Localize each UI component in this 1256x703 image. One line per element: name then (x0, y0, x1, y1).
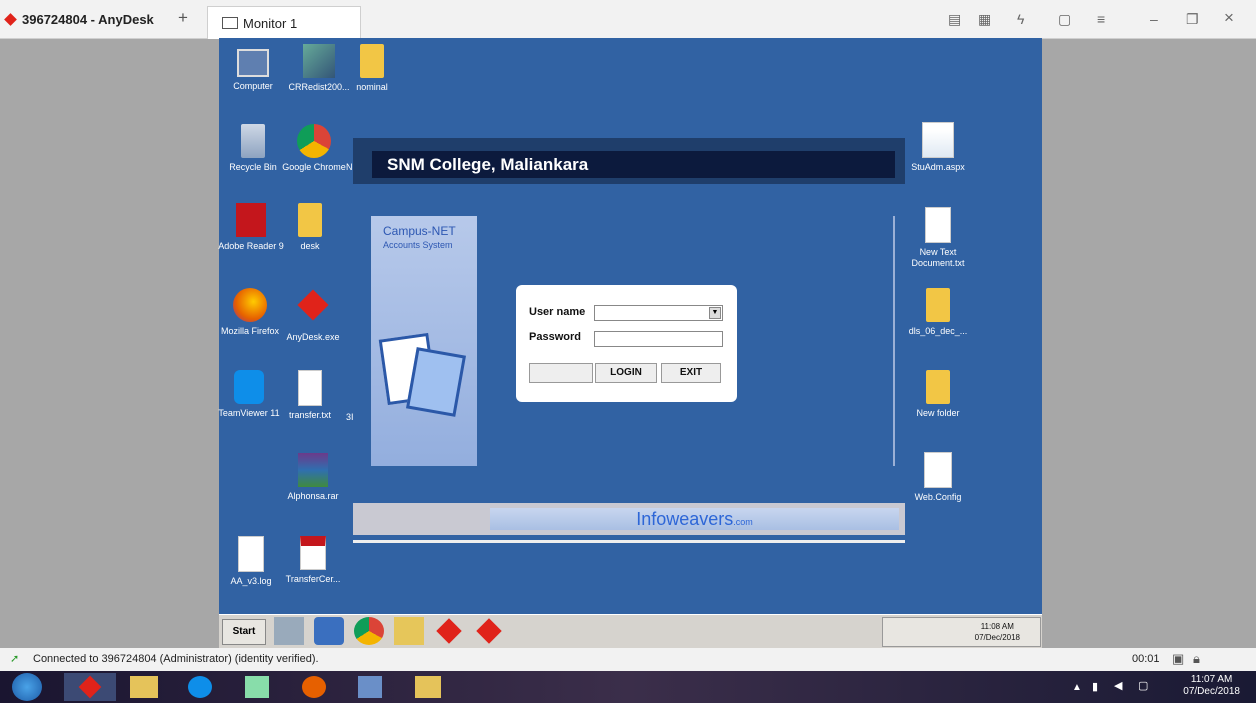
desktop-icon-recycle-bin[interactable]: Recycle Bin (219, 124, 287, 173)
rar-archive-icon (298, 453, 328, 487)
login-button[interactable]: LOGIN (595, 363, 657, 383)
session-timer: 00:01 (1132, 653, 1160, 665)
log-file-icon (238, 536, 264, 572)
config-file-icon (924, 452, 952, 488)
desktop-icon-new-text[interactable]: New Text Document.txt (904, 207, 972, 269)
graphic-frame (405, 347, 467, 417)
taskbar-anydesk-icon[interactable] (474, 617, 504, 645)
campus-net-subtitle: Accounts System (383, 240, 453, 250)
actions-icon[interactable]: ϟ (1017, 11, 1024, 27)
desktop-icon-nominal[interactable]: nominal (338, 44, 406, 93)
anydesk-icon (4, 12, 17, 26)
volume-icon[interactable]: ◀︎ (1114, 679, 1122, 692)
taskbar-chrome-icon[interactable] (354, 617, 384, 645)
taskbar-powershell-icon[interactable] (314, 617, 344, 645)
menu-icon[interactable]: ≡ (1097, 11, 1105, 27)
host-explorer-icon[interactable] (130, 676, 158, 698)
desktop-icon-transfer-txt[interactable]: transfer.txt (276, 370, 344, 421)
installer-icon (303, 44, 335, 78)
session-tab[interactable]: 396724804 - AnyDesk (4, 9, 154, 29)
taskbar-explorer-icon[interactable] (394, 617, 424, 645)
network-icon[interactable]: ▮ (1092, 680, 1098, 693)
blank-button[interactable] (529, 363, 593, 383)
desktop-icon-partial: 3I (346, 412, 354, 422)
display-icon[interactable]: ▢ (1058, 11, 1071, 28)
desktop-icon-new-folder[interactable]: New folder (904, 370, 972, 419)
host-app-icon[interactable] (358, 676, 382, 698)
remote-system-tray: 11:08 AM 07/Dec/2018 (882, 617, 1041, 647)
pdf-icon (300, 536, 326, 570)
desktop-icon-partial: N (346, 162, 353, 172)
lock-icon[interactable]: 🔒︎ (1193, 651, 1200, 667)
exit-button[interactable]: EXIT (661, 363, 721, 383)
tray-expand-icon[interactable]: ▲ (1072, 682, 1082, 693)
start-button[interactable]: Start (222, 619, 266, 645)
close-button[interactable]: × (1224, 8, 1234, 28)
desktop-icon-teamviewer[interactable]: TeamViewer 11 (215, 370, 283, 419)
footer-divider (353, 540, 905, 543)
desktop-icon-desk[interactable]: desk (276, 203, 344, 252)
username-label: User name (529, 306, 586, 318)
desktop-icon-computer[interactable]: Computer (219, 44, 287, 92)
desktop-icon-anydesk[interactable]: AnyDesk.exe (279, 288, 347, 343)
taskbar-anydesk-icon[interactable] (434, 617, 464, 645)
password-label: Password (529, 331, 581, 343)
text-file-icon (925, 207, 951, 243)
connection-icon: ➚ (10, 653, 20, 665)
chevron-down-icon[interactable]: ▼ (709, 307, 721, 319)
maximize-button[interactable]: ❐ (1186, 11, 1199, 28)
monitor-tab[interactable]: Monitor 1 (207, 6, 361, 39)
campus-net-side-panel (371, 216, 477, 466)
monitor-icon (222, 17, 238, 29)
new-tab-button[interactable]: + (178, 8, 188, 28)
college-title: SNM College, Maliankara (372, 151, 895, 178)
campus-net-title: Campus-NET (383, 224, 456, 238)
text-file-icon (298, 370, 322, 406)
desktop-icon-aa-log[interactable]: AA_v3.log (217, 536, 285, 587)
folder-icon (298, 203, 322, 237)
session-tab-label: 396724804 - AnyDesk (22, 11, 154, 27)
connection-status: Connected to 396724804 (Administrator) (… (33, 653, 319, 665)
desktop-icon-web-config[interactable]: Web.Config (904, 452, 972, 503)
teamviewer-icon (234, 370, 264, 404)
divider (893, 216, 895, 466)
desktop-icon-dls[interactable]: dls_06_dec_... (904, 288, 972, 337)
folder-icon (360, 44, 384, 78)
adobe-reader-icon (236, 203, 266, 237)
computer-icon (237, 49, 269, 77)
status-bar: ➚ Connected to 396724804 (Administrator)… (0, 648, 1256, 671)
username-select[interactable]: ▼ (594, 305, 723, 321)
notification-icon[interactable]: ▢ (1138, 679, 1148, 692)
folder-icon (926, 288, 950, 322)
host-teamviewer-icon[interactable] (188, 676, 212, 698)
desktop-icon-transfercer[interactable]: TransferCer... (279, 536, 347, 585)
desktop-icon-stuadm[interactable]: StuAdm.aspx (904, 122, 972, 173)
host-tools-icon[interactable] (245, 676, 269, 698)
host-folder-icon[interactable] (415, 676, 441, 698)
footer-brand: Infoweavers.com (490, 508, 899, 530)
minimize-button[interactable]: – (1150, 11, 1158, 27)
remote-clock[interactable]: 11:08 AM 07/Dec/2018 (975, 621, 1020, 643)
keyboard-icon[interactable]: ▦ (978, 11, 991, 28)
chrome-icon (297, 124, 331, 158)
host-anydesk-task[interactable] (64, 673, 116, 701)
permissions-icon[interactable]: ▣ (1172, 651, 1184, 667)
windows-start-icon[interactable] (12, 673, 42, 701)
folder-icon (926, 370, 950, 404)
chat-icon[interactable]: ▤ (948, 11, 961, 28)
taskbar-tools-icon[interactable] (274, 617, 304, 645)
desktop-icon-chrome[interactable]: Google Chrome (280, 124, 348, 173)
aspx-file-icon (922, 122, 954, 158)
recycle-bin-icon (241, 124, 265, 158)
monitor-tab-label: Monitor 1 (243, 15, 298, 31)
desktop-icon-firefox[interactable]: Mozilla Firefox (216, 288, 284, 337)
host-firefox-icon[interactable] (302, 676, 326, 698)
anydesk-app-icon (297, 289, 329, 328)
host-clock[interactable]: 11:07 AM 07/Dec/2018 (1183, 674, 1240, 698)
desktop-icon-alphonsa[interactable]: Alphonsa.rar (279, 453, 347, 502)
firefox-icon (233, 288, 267, 322)
password-field[interactable] (594, 331, 723, 347)
desktop-icon-adobe-reader[interactable]: Adobe Reader 9 (217, 203, 285, 252)
